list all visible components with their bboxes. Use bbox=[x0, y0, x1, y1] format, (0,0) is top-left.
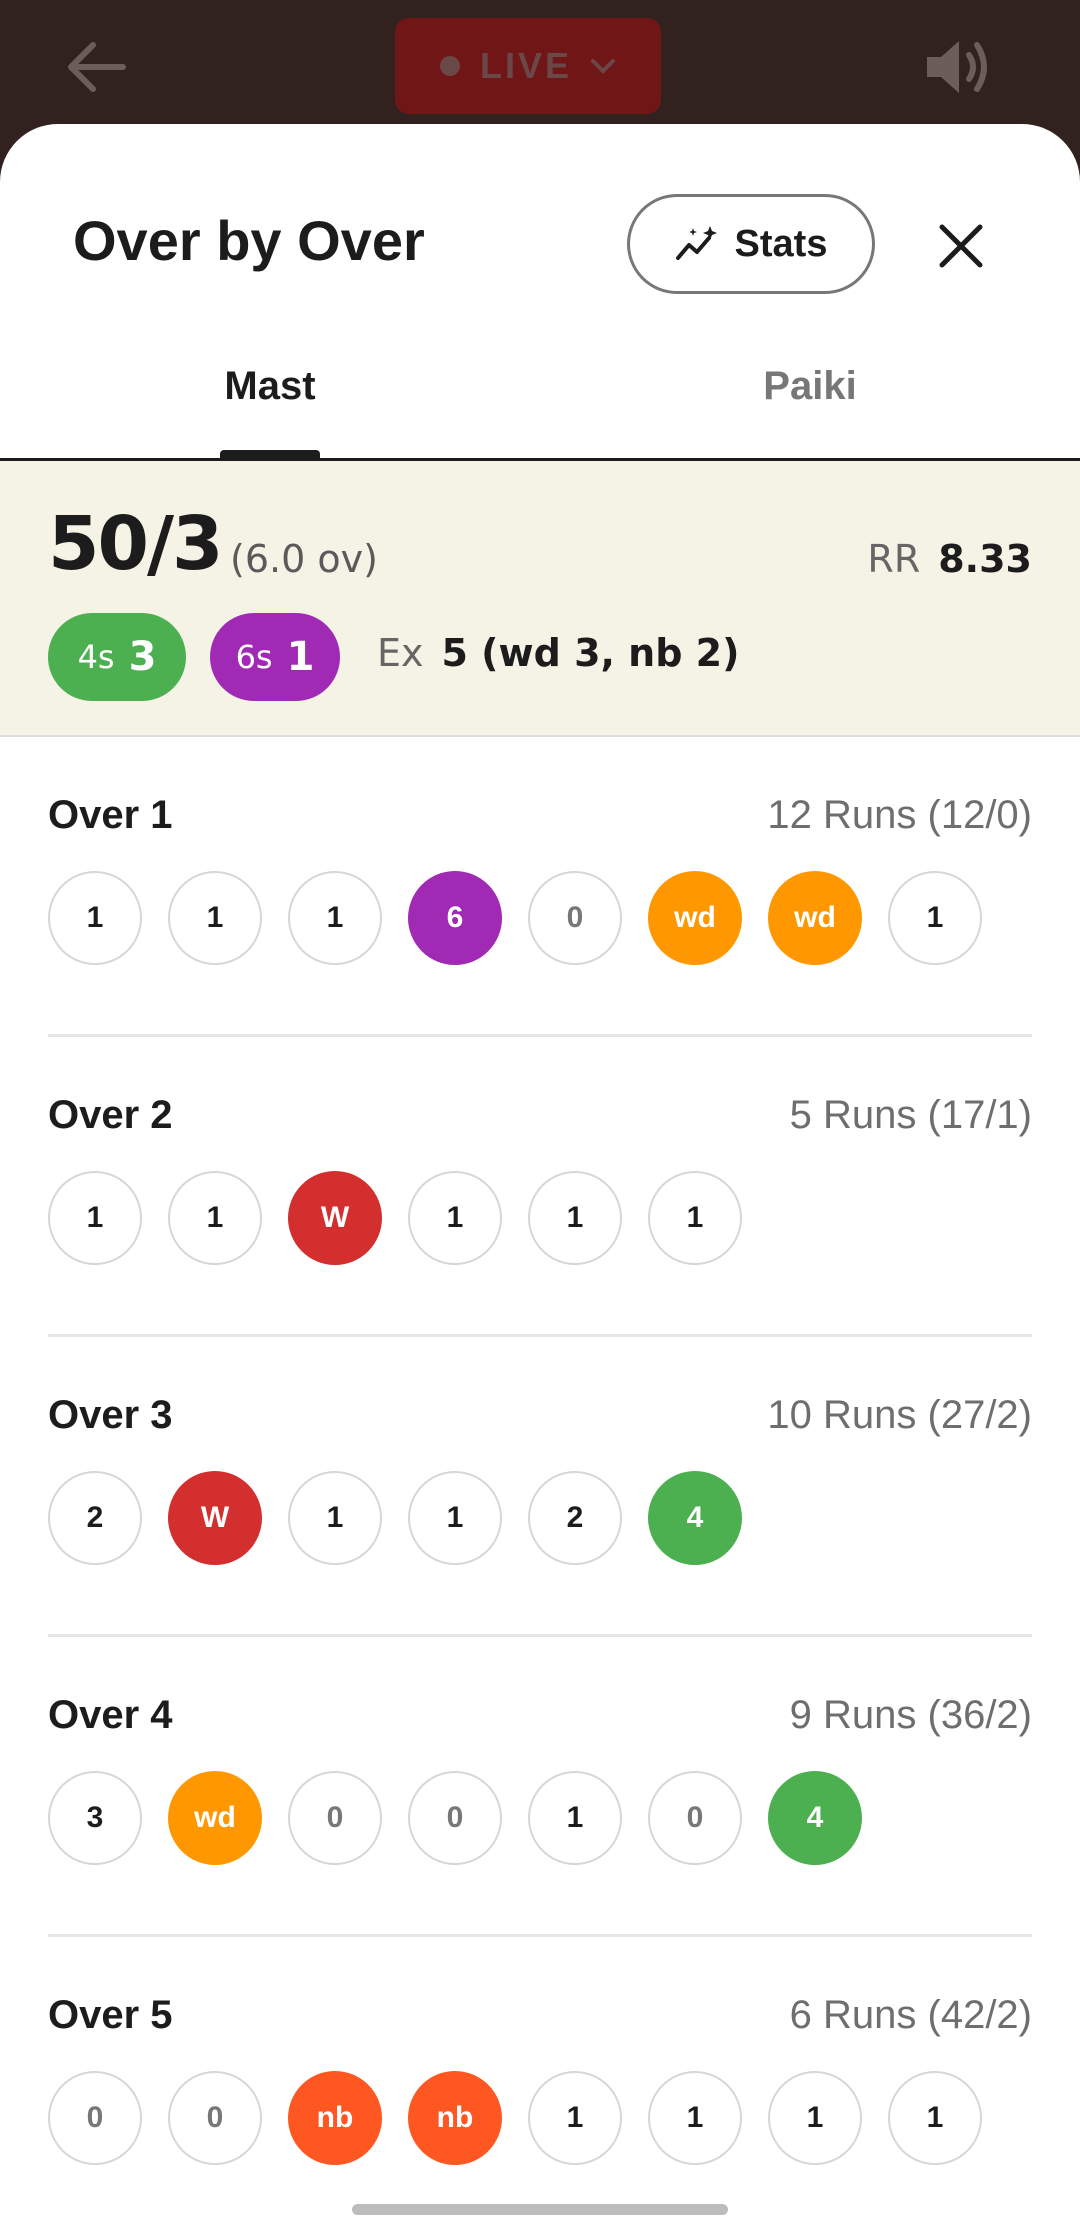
over-title: Over 5 bbox=[48, 1993, 173, 2037]
back-button[interactable] bbox=[60, 36, 130, 98]
over-runs: 10 Runs (27/2) bbox=[767, 1393, 1032, 1437]
speaker-icon bbox=[927, 41, 987, 93]
ball-run: 1 bbox=[48, 1171, 142, 1265]
ball-dot: 0 bbox=[408, 1771, 502, 1865]
ball-run: 1 bbox=[528, 1771, 622, 1865]
live-dot-icon bbox=[439, 56, 460, 76]
overs-count: (6.0 ov) bbox=[230, 537, 378, 581]
score: 50/3 bbox=[48, 501, 223, 587]
ball-six: 6 bbox=[408, 871, 502, 965]
back-arrow-icon bbox=[68, 42, 126, 92]
stats-button[interactable]: Stats bbox=[627, 194, 875, 294]
ball-run: 2 bbox=[48, 1471, 142, 1565]
close-button[interactable] bbox=[933, 218, 989, 274]
ball-four: 4 bbox=[768, 1771, 862, 1865]
sheet-header: Over by Over Stats bbox=[0, 124, 1080, 334]
tab-paiki[interactable]: Paiki bbox=[540, 334, 1080, 458]
over-runs: 12 Runs (12/0) bbox=[767, 793, 1032, 837]
over-row: Over 49 Runs (36/2) 3 wd 0 0 1 0 4 bbox=[48, 1637, 1032, 1937]
over-row: Over 3 10 Runs (27/2) 2 W 1 1 2 4 bbox=[48, 1337, 1032, 1637]
extras-label: Ex bbox=[377, 631, 424, 675]
ball-run: 1 bbox=[288, 871, 382, 965]
ball-dot: 0 bbox=[648, 1771, 742, 1865]
over-runs: 6 Runs (42/2) bbox=[789, 1993, 1032, 2037]
sixes-value: 1 bbox=[286, 634, 315, 680]
over-row: Over 1 12 Runs (12/0) 1 1 1 6 0 wd wd 1 bbox=[48, 737, 1032, 1037]
ball-wide: wd bbox=[648, 871, 742, 965]
ball-run: 1 bbox=[888, 871, 982, 965]
extras: Ex 5 (wd 3, nb 2) bbox=[377, 631, 739, 675]
live-label: LIVE bbox=[479, 45, 572, 86]
tab-label: Mast bbox=[224, 364, 316, 408]
extras-value: 5 (wd 3, nb 2) bbox=[441, 631, 740, 675]
ball-four: 4 bbox=[648, 1471, 742, 1565]
ball-dot: 0 bbox=[168, 2071, 262, 2165]
over-title: Over 1 bbox=[48, 793, 173, 837]
ball-run: 1 bbox=[408, 1471, 502, 1565]
ball-dot: 0 bbox=[288, 1771, 382, 1865]
chevron-down-icon bbox=[590, 57, 616, 75]
over-title: Over 3 bbox=[48, 1393, 173, 1437]
ball-run: 1 bbox=[528, 1171, 622, 1265]
ball-list: 3 wd 0 0 1 0 4 bbox=[48, 1771, 862, 1865]
ball-wicket: W bbox=[288, 1171, 382, 1265]
ball-dot: 0 bbox=[48, 2071, 142, 2165]
ball-wide: wd bbox=[768, 871, 862, 965]
over-list: Over 1 12 Runs (12/0) 1 1 1 6 0 wd wd 1 Over 25 Ru… bbox=[0, 737, 1080, 2230]
fours-label: 4s bbox=[77, 638, 115, 676]
top-bar: LIVE bbox=[0, 0, 1080, 140]
ball-list: 11W111 bbox=[48, 1171, 742, 1265]
ball-dot: 0 bbox=[528, 871, 622, 965]
ball-run: 1 bbox=[888, 2071, 982, 2165]
ball-run: 2 bbox=[528, 1471, 622, 1565]
trend-sparkle-icon bbox=[675, 226, 717, 260]
over-title: Over 4 bbox=[48, 1693, 173, 1737]
innings-tabs: Mast Paiki bbox=[0, 334, 1080, 461]
ball-no-ball: nb bbox=[288, 2071, 382, 2165]
fours-value: 3 bbox=[128, 634, 157, 680]
sixes-label: 6s bbox=[235, 638, 273, 676]
ball-list: 0 0 nb nb 1 1 1 1 bbox=[48, 2071, 982, 2165]
ball-wicket: W bbox=[168, 1471, 262, 1565]
innings-summary: 50/3 (6.0 ov) RR 8.33 4s 3 6s 1 Ex 5 (wd… bbox=[0, 461, 1080, 737]
ball-run: 1 bbox=[168, 871, 262, 965]
ball-list: 2W1124 bbox=[48, 1471, 742, 1565]
home-indicator[interactable] bbox=[352, 2204, 728, 2215]
ball-run: 1 bbox=[48, 871, 142, 965]
close-icon bbox=[939, 224, 983, 268]
ball-run: 1 bbox=[648, 2071, 742, 2165]
page-title: Over by Over bbox=[73, 209, 425, 272]
run-rate: RR 8.33 bbox=[867, 537, 1032, 581]
live-dropdown[interactable]: LIVE bbox=[395, 18, 661, 114]
ball-run: 3 bbox=[48, 1771, 142, 1865]
ball-run: 1 bbox=[288, 1471, 382, 1565]
fours-badge: 4s 3 bbox=[48, 613, 186, 701]
over-runs: 5 Runs (17/1) bbox=[789, 1093, 1032, 1137]
tab-label: Paiki bbox=[763, 364, 857, 408]
ball-run: 1 bbox=[768, 2071, 862, 2165]
ball-run: 1 bbox=[168, 1171, 262, 1265]
tab-mast[interactable]: Mast bbox=[0, 334, 540, 458]
ball-run: 1 bbox=[408, 1171, 502, 1265]
ball-wide: wd bbox=[168, 1771, 262, 1865]
sound-button[interactable] bbox=[922, 34, 994, 100]
over-runs: 9 Runs (36/2) bbox=[789, 1693, 1032, 1737]
ball-no-ball: nb bbox=[408, 2071, 502, 2165]
stats-label: Stats bbox=[734, 222, 828, 265]
run-rate-value: 8.33 bbox=[938, 537, 1032, 581]
ball-list: 1 1 1 6 0 wd wd 1 bbox=[48, 871, 982, 965]
run-rate-label: RR bbox=[867, 537, 921, 581]
ball-run: 1 bbox=[648, 1171, 742, 1265]
active-tab-indicator bbox=[220, 450, 320, 458]
ball-run: 1 bbox=[528, 2071, 622, 2165]
sixes-badge: 6s 1 bbox=[210, 613, 340, 701]
over-title: Over 2 bbox=[48, 1093, 173, 1137]
over-row: Over 25 Runs (17/1) 1 1 W 1 1 1 bbox=[48, 1037, 1032, 1337]
over-by-over-sheet: Over by Over Stats Mast Paiki 50/3 (6.0 … bbox=[0, 124, 1080, 2230]
over-row: Over 56 Runs (42/2) 0 0 nb nb 1 1 1 1 bbox=[48, 1937, 1032, 2230]
